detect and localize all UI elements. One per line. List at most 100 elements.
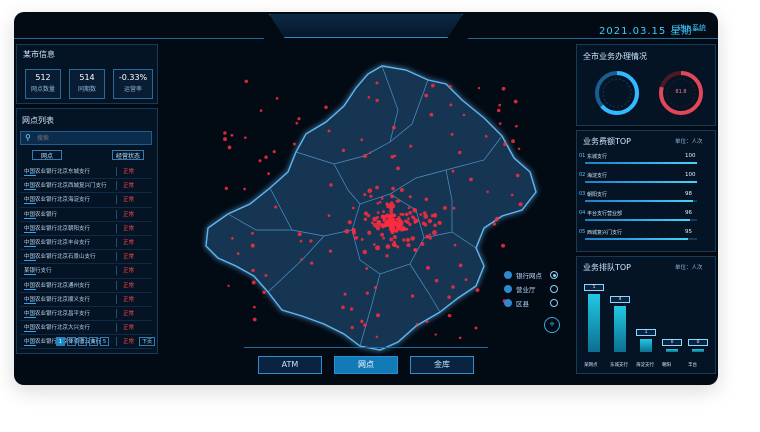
- legend-item[interactable]: 区县: [504, 298, 568, 308]
- outlet-dot[interactable]: [395, 224, 400, 229]
- outlet-dot[interactable]: [300, 258, 303, 261]
- outlet-dot[interactable]: [375, 245, 381, 251]
- outlet-dot[interactable]: [363, 211, 369, 216]
- outlet-dot[interactable]: [360, 138, 364, 142]
- outlet-dot[interactable]: [464, 278, 468, 281]
- outlet-dot[interactable]: [392, 125, 396, 130]
- outlet-dot[interactable]: [458, 336, 462, 340]
- outlet-dot[interactable]: [360, 319, 364, 324]
- outlet-dot[interactable]: [413, 220, 417, 224]
- outlet-dot[interactable]: [475, 288, 480, 292]
- outlet-dot[interactable]: [419, 213, 423, 216]
- outlet-dot[interactable]: [433, 223, 437, 228]
- outlet-dot[interactable]: [430, 214, 435, 218]
- outlet-dot[interactable]: [295, 121, 299, 125]
- outlet-dot[interactable]: [399, 187, 404, 192]
- outlet-dot[interactable]: [244, 136, 247, 139]
- outlet-dot[interactable]: [410, 294, 415, 298]
- outlet-dot[interactable]: [365, 291, 370, 295]
- outlet-dot[interactable]: [496, 108, 501, 113]
- outlet-dot[interactable]: [425, 265, 430, 270]
- outlet-dot[interactable]: [428, 236, 432, 240]
- outlet-dot[interactable]: [447, 313, 452, 318]
- outlet-dot[interactable]: [407, 217, 410, 221]
- outlet-dot[interactable]: [407, 206, 411, 210]
- outlet-dot[interactable]: [328, 249, 333, 253]
- outlet-dot[interactable]: [372, 222, 378, 228]
- outlet-dot[interactable]: [396, 217, 402, 223]
- beijing-map[interactable]: [184, 60, 556, 360]
- tab-vault[interactable]: 金库: [410, 356, 474, 374]
- outlet-dot[interactable]: [230, 133, 234, 137]
- outlet-dot[interactable]: [376, 220, 381, 225]
- outlet-dot[interactable]: [223, 131, 227, 135]
- outlet-dot[interactable]: [375, 185, 379, 190]
- outlet-dot[interactable]: [309, 239, 313, 243]
- outlet-dot[interactable]: [376, 201, 380, 205]
- legend-item[interactable]: 营业厅: [504, 284, 568, 294]
- outlet-dot[interactable]: [432, 230, 437, 236]
- outlet-dot[interactable]: [498, 103, 502, 107]
- outlet-dot[interactable]: [341, 305, 345, 310]
- outlet-dot[interactable]: [498, 122, 502, 125]
- outlet-dot[interactable]: [409, 144, 413, 148]
- outlet-dot[interactable]: [380, 223, 386, 229]
- outlet-dot[interactable]: [501, 243, 506, 248]
- outlet-dot[interactable]: [227, 284, 230, 288]
- outlet-dot[interactable]: [352, 206, 355, 210]
- outlet-dot[interactable]: [510, 193, 514, 197]
- outlet-dot[interactable]: [274, 205, 278, 209]
- table-row[interactable]: 中国农业银行北京朝阳支行 正常: [20, 222, 152, 236]
- outlet-dot[interactable]: [297, 117, 301, 121]
- outlet-dot[interactable]: [297, 232, 302, 237]
- outlet-dot[interactable]: [391, 242, 396, 247]
- outlet-dot[interactable]: [423, 222, 428, 227]
- outlet-dot[interactable]: [458, 150, 462, 155]
- outlet-dot[interactable]: [469, 177, 473, 182]
- outlet-dot[interactable]: [224, 186, 228, 191]
- enter-system-button[interactable]: 进入系统: [678, 23, 706, 33]
- outlet-dot[interactable]: [231, 237, 234, 240]
- outlet-dot[interactable]: [349, 307, 354, 311]
- outlet-dot[interactable]: [360, 238, 364, 241]
- outlet-dot[interactable]: [351, 230, 357, 235]
- outlet-dot[interactable]: [272, 150, 276, 154]
- outlet-dot[interactable]: [385, 254, 389, 258]
- page-button[interactable]: 下页: [139, 337, 155, 346]
- table-row[interactable]: 中国农业银行北京石景山支行 正常: [20, 250, 152, 265]
- outlet-dot[interactable]: [515, 173, 520, 178]
- outlet-dot[interactable]: [474, 326, 478, 330]
- outlet-dot[interactable]: [363, 153, 368, 158]
- tab-atm[interactable]: ATM: [258, 356, 322, 374]
- outlet-dot[interactable]: [511, 139, 515, 144]
- outlet-dot[interactable]: [375, 81, 379, 85]
- table-row[interactable]: 中国农业银行北京通州支行 正常: [20, 279, 152, 293]
- outlet-dot[interactable]: [378, 200, 382, 204]
- outlet-dot[interactable]: [410, 236, 416, 241]
- outlet-dot[interactable]: [275, 97, 279, 100]
- page-button[interactable]: 1: [56, 337, 65, 346]
- outlet-dot[interactable]: [380, 232, 385, 237]
- outlet-dot[interactable]: [404, 212, 409, 217]
- outlet-dot[interactable]: [252, 305, 256, 309]
- outlet-dot[interactable]: [365, 267, 369, 270]
- outlet-dot[interactable]: [373, 243, 376, 246]
- outlet-dot[interactable]: [517, 147, 521, 151]
- outlet-dot[interactable]: [390, 203, 396, 209]
- outlet-dot[interactable]: [327, 129, 331, 133]
- outlet-dot[interactable]: [449, 103, 453, 107]
- outlet-dot[interactable]: [392, 213, 397, 218]
- outlet-dot[interactable]: [396, 166, 400, 171]
- outlet-dot[interactable]: [373, 286, 378, 290]
- outlet-dot[interactable]: [430, 83, 435, 88]
- outlet-dot[interactable]: [384, 220, 389, 226]
- outlet-dot[interactable]: [515, 124, 518, 128]
- outlet-dot[interactable]: [428, 233, 432, 236]
- legend-radio[interactable]: [550, 299, 558, 307]
- outlet-dot[interactable]: [382, 210, 385, 214]
- outlet-dot[interactable]: [251, 268, 255, 272]
- outlet-dot[interactable]: [375, 335, 379, 339]
- outlet-dot[interactable]: [405, 237, 411, 243]
- table-row[interactable]: 中国农业银行 正常: [20, 208, 152, 222]
- outlet-dot[interactable]: [382, 216, 387, 221]
